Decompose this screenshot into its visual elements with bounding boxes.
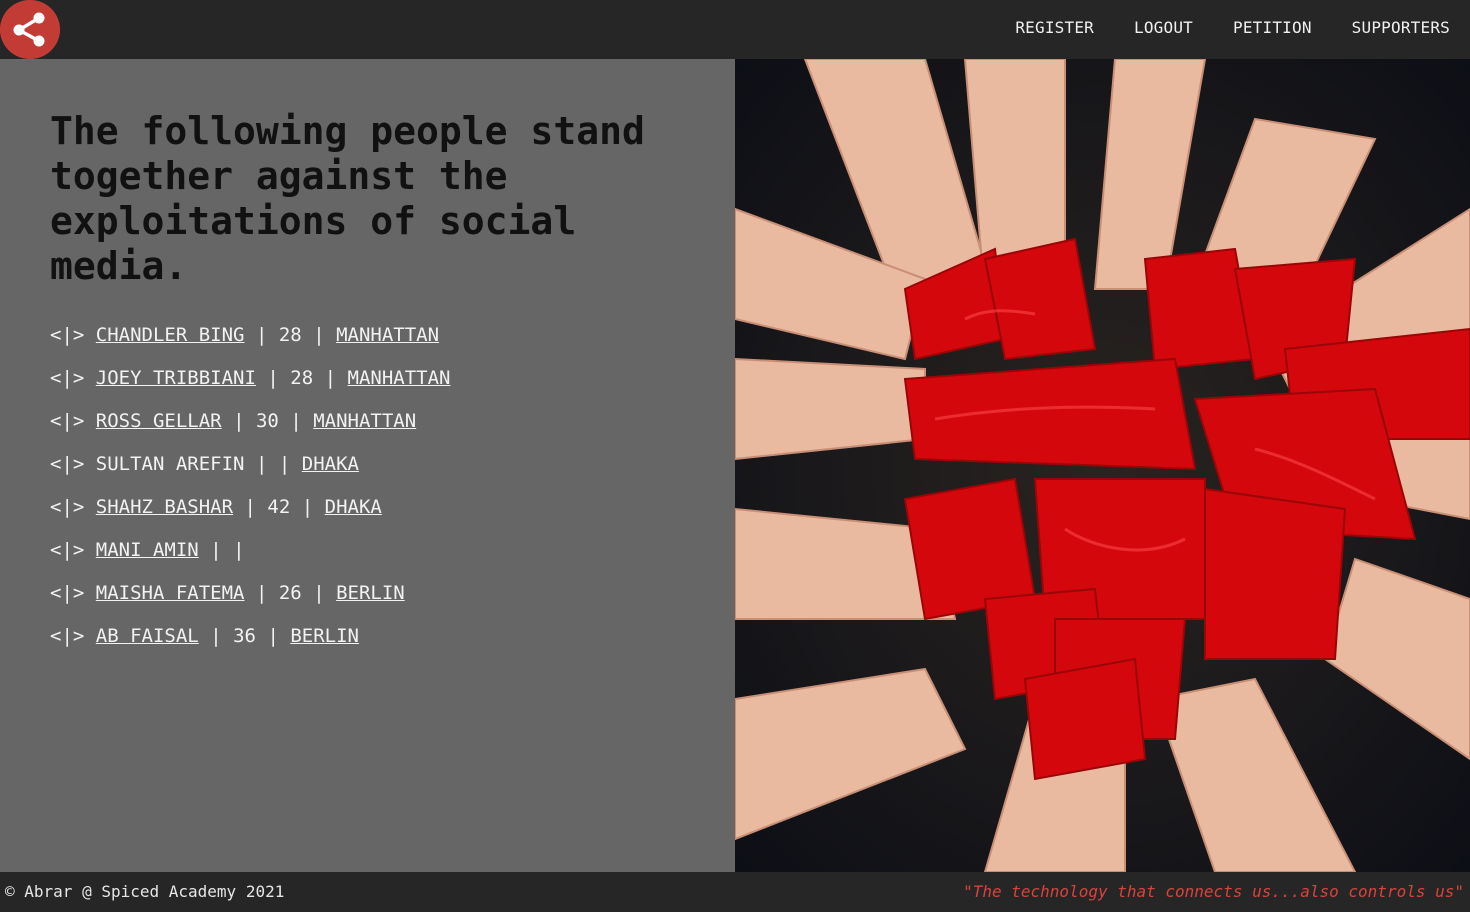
signer-city-link[interactable]: DHAKA (302, 453, 359, 475)
signer-separator: | (324, 367, 337, 389)
footer: © Abrar @ Spiced Academy 2021 "The techn… (0, 872, 1470, 912)
copyright-text: © Abrar @ Spiced Academy 2021 (5, 882, 285, 901)
signer-separator: | (267, 625, 279, 647)
signer-city-link[interactable]: MANHATTAN (348, 367, 451, 389)
signer-age: 26 (278, 582, 302, 604)
nav-logout-link[interactable]: LOGOUT (1134, 18, 1193, 37)
signer-name-link[interactable]: ROSS GELLAR (96, 410, 222, 432)
signer-bullet: <|> (50, 582, 85, 604)
signer-bullet: <|> (50, 410, 85, 432)
nav-petition-link[interactable]: PETITION (1233, 18, 1312, 37)
signer-name-link[interactable]: AB FAISAL (96, 625, 199, 647)
signer-city-link[interactable]: MANHATTAN (336, 324, 439, 346)
signer-bullet: <|> (50, 539, 85, 561)
signer-name: SULTAN AREFIN (95, 453, 245, 475)
signer-separator: | (267, 367, 279, 389)
signer-row: <|> MANI AMIN | | (50, 538, 451, 581)
signer-separator: | (278, 453, 291, 475)
nav-supporters-link[interactable]: SUPPORTERS (1352, 18, 1450, 37)
signer-age: 30 (255, 410, 279, 432)
signer-separator: | (233, 410, 245, 432)
page-headline: The following people stand together agai… (50, 109, 645, 288)
signer-separator: | (210, 539, 222, 561)
signer-bullet: <|> (50, 625, 85, 647)
signer-separator: | (313, 324, 325, 346)
signer-separator: | (301, 496, 314, 518)
signer-city-link[interactable]: BERLIN (336, 582, 405, 604)
signer-separator: | (255, 324, 268, 346)
signer-separator: | (210, 625, 222, 647)
signer-name-link[interactable]: MAISHA FATEMA (96, 582, 245, 604)
signer-age: 28 (278, 324, 302, 346)
signer-age: 36 (233, 625, 256, 647)
signer-city-link[interactable]: MANHATTAN (313, 410, 416, 432)
signer-age: 42 (267, 496, 291, 518)
signer-row: <|> MAISHA FATEMA | 26 | BERLIN (50, 581, 451, 624)
signer-name-link[interactable]: JOEY TRIBBIANI (96, 367, 256, 389)
logo-share-button[interactable] (0, 0, 60, 59)
signer-bullet: <|> (50, 453, 85, 475)
signer-separator: | (290, 410, 302, 432)
signer-name-link[interactable]: MANI AMIN (96, 539, 199, 561)
signer-separator: | (255, 582, 268, 604)
signer-separator: | (255, 453, 268, 475)
signer-bullet: <|> (50, 324, 85, 346)
footer-quote: "The technology that connects us...also … (963, 882, 1464, 901)
main-nav: REGISTER LOGOUT PETITION SUPPORTERS (1015, 0, 1450, 55)
signer-row: <|> SHAHZ BASHAR | 42 | DHAKA (50, 495, 451, 538)
nav-register-link[interactable]: REGISTER (1015, 18, 1094, 37)
signer-bullet: <|> (50, 496, 85, 518)
signer-city-link[interactable]: DHAKA (325, 496, 382, 518)
signer-separator: | (233, 539, 245, 561)
signers-list: <|> CHANDLER BING | 28 | MANHATTAN <|> JO… (50, 323, 451, 667)
signers-panel: The following people stand together agai… (0, 59, 735, 872)
hero-image (735, 59, 1470, 872)
signer-row: <|> ROSS GELLAR | 30 | MANHATTAN (50, 409, 451, 452)
painted-hands-image (735, 59, 1470, 872)
share-icon (1, 0, 59, 59)
signer-row: <|> AB FAISAL | 36 | BERLIN (50, 624, 451, 667)
signer-name-link[interactable]: SHAHZ BASHAR (96, 496, 233, 518)
signer-row: <|> CHANDLER BING | 28 | MANHATTAN (50, 323, 451, 366)
signer-name-link[interactable]: CHANDLER BING (96, 324, 245, 346)
signer-bullet: <|> (50, 367, 85, 389)
signer-city-link[interactable]: BERLIN (290, 625, 359, 647)
top-bar: REGISTER LOGOUT PETITION SUPPORTERS (0, 0, 1470, 59)
signer-separator: | (244, 496, 256, 518)
signer-age: 28 (290, 367, 314, 389)
signer-row: <|> SULTAN AREFIN | | DHAKA (50, 452, 451, 495)
signer-row: <|> JOEY TRIBBIANI | 28 | MANHATTAN (50, 366, 451, 409)
signer-separator: | (313, 582, 325, 604)
